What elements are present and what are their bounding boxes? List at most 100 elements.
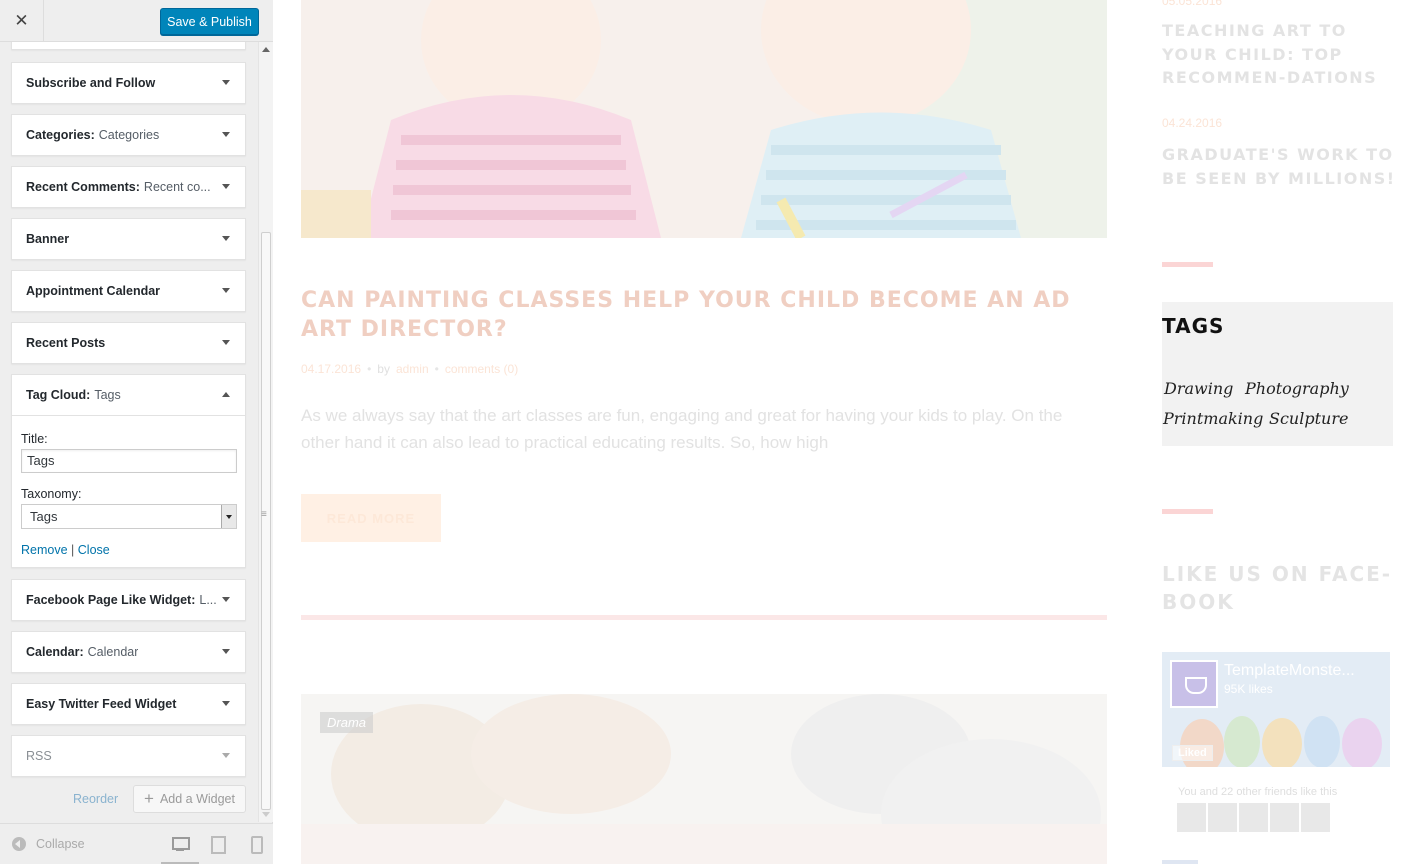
widget-control-links: Remove | Close: [21, 543, 236, 557]
link-separator: |: [71, 543, 75, 557]
widget-subtitle: Calendar: [87, 645, 139, 659]
widget-partial-top: [11, 42, 246, 50]
chevron-down-icon[interactable]: [222, 236, 230, 241]
meta-separator: •: [434, 362, 439, 376]
tag-cloud-header[interactable]: Tag Cloud: Tags: [12, 375, 245, 415]
recent-post-title[interactable]: Graduate's Work to Be Seen by Millions!: [1162, 143, 1402, 190]
post-title[interactable]: Can Painting Classes Help Your Child Bec…: [301, 286, 1091, 344]
widget-title: RSS: [26, 749, 52, 763]
reorder-link[interactable]: Reorder: [73, 792, 118, 806]
facebook-liked-button[interactable]: Liked: [1172, 745, 1213, 761]
widget-tag-cloud: Tag Cloud: Tags Title: Tags Taxonomy: Tag…: [11, 374, 246, 568]
tags-heading: TAGS: [1162, 314, 1225, 338]
meta-separator: •: [367, 362, 372, 376]
friend-avatar[interactable]: [1177, 803, 1206, 832]
widget-actions: Reorder + Add a Widget: [0, 784, 258, 814]
widget-categories[interactable]: Categories: Categories: [11, 114, 246, 156]
widget-list: Subscribe and Follow Categories: Categori…: [0, 42, 258, 822]
chevron-down-icon[interactable]: [222, 649, 230, 654]
friend-avatar[interactable]: [1208, 803, 1237, 832]
remove-link[interactable]: Remove: [21, 543, 68, 557]
tags-widget: TAGS Drawing Photography Printmaking Scu…: [1162, 302, 1393, 446]
widget-subtitle: L...: [199, 593, 217, 607]
widget-rss[interactable]: RSS: [11, 735, 246, 777]
tablet-preview-icon[interactable]: [209, 835, 227, 854]
scroll-up-icon[interactable]: [262, 47, 270, 52]
widget-banner[interactable]: Banner: [11, 218, 246, 260]
widget-recent-posts[interactable]: Recent Posts: [11, 322, 246, 364]
section-accent-bar: [1162, 509, 1213, 514]
widget-subscribe-follow[interactable]: Subscribe and Follow: [11, 62, 246, 104]
chevron-down-icon[interactable]: [222, 132, 230, 137]
scroll-down-icon[interactable]: [262, 812, 270, 817]
recent-post-title[interactable]: Teaching Art to Your Child: Top Recommen…: [1162, 19, 1402, 90]
widget-title: Tag Cloud:: [26, 388, 91, 402]
category-tag-drama[interactable]: Drama: [320, 712, 374, 733]
chevron-up-icon[interactable]: [222, 392, 230, 397]
widget-facebook-page-like[interactable]: Facebook Page Like Widget: L...: [11, 579, 246, 621]
site-preview: Can Painting Classes Help Your Child Bec…: [274, 0, 1419, 864]
chevron-down-icon[interactable]: [222, 340, 230, 345]
chevron-down-icon[interactable]: [222, 80, 230, 85]
tag-link[interactable]: Photography: [1245, 379, 1349, 398]
widget-easy-twitter-feed[interactable]: Easy Twitter Feed Widget: [11, 683, 246, 725]
widget-title: Appointment Calendar: [26, 284, 161, 298]
plus-icon: +: [144, 789, 154, 808]
scroll-thumb[interactable]: [261, 232, 271, 810]
chevron-down-icon[interactable]: [222, 288, 230, 293]
taxonomy-label: Taxonomy:: [21, 487, 82, 501]
post-date[interactable]: 04.17.2016: [301, 362, 361, 376]
add-widget-label: Add a Widget: [159, 792, 235, 806]
read-more-button[interactable]: READ MORE: [301, 494, 441, 542]
chevron-down-icon[interactable]: [222, 701, 230, 706]
facebook-friend-faces: [1177, 803, 1330, 832]
title-input[interactable]: Tags: [21, 449, 237, 473]
dropdown-arrow-icon[interactable]: [221, 505, 236, 528]
tag-link[interactable]: Drawing: [1164, 379, 1233, 398]
friend-avatar[interactable]: [1270, 803, 1299, 832]
facebook-widget-heading: Like Us on Face-book: [1162, 562, 1393, 614]
save-publish-button[interactable]: Save & Publish: [160, 8, 259, 35]
tag-cloud-form: Title: Tags Taxonomy: Tags Remove | Clos…: [12, 415, 245, 567]
section-accent-bar: [1162, 262, 1213, 267]
widget-subtitle: Tags: [94, 388, 121, 402]
post-excerpt: As we always say that the art classes ar…: [301, 406, 1063, 452]
widget-title: Categories:: [26, 128, 95, 142]
widget-recent-comments[interactable]: Recent Comments: Recent co...: [11, 166, 246, 208]
widget-title: Banner: [26, 232, 70, 246]
widget-subtitle: Recent co...: [143, 180, 211, 194]
close-link[interactable]: Close: [78, 543, 110, 557]
facebook-like-count: 95K likes: [1224, 682, 1273, 696]
post-author[interactable]: admin: [396, 362, 429, 376]
post-featured-image-2[interactable]: [301, 694, 1107, 864]
collapse-button[interactable]: Collapse: [12, 837, 85, 851]
taxonomy-select[interactable]: Tags: [21, 504, 237, 529]
close-icon[interactable]: ✕: [0, 0, 44, 42]
post-by-label: by: [377, 362, 390, 376]
tag-link[interactable]: Printmaking: [1163, 409, 1263, 428]
facebook-cover-image[interactable]: TemplateMonste... 95K likes Liked: [1162, 652, 1390, 767]
facebook-page-avatar[interactable]: [1170, 660, 1218, 708]
recent-post-date: 05.05.2016: [1162, 0, 1223, 8]
facebook-friends-text: You and 22 other friends like this: [1178, 786, 1338, 798]
desktop-preview-icon[interactable]: [171, 835, 190, 853]
sidebar-scrollbar[interactable]: [258, 42, 273, 822]
add-widget-button[interactable]: + Add a Widget: [133, 785, 246, 813]
widget-calendar[interactable]: Calendar: Calendar: [11, 631, 246, 673]
friend-avatar[interactable]: [1239, 803, 1268, 832]
customizer-header: ✕ Save & Publish: [0, 0, 273, 42]
facebook-page-name[interactable]: TemplateMonste...: [1224, 662, 1355, 680]
recent-post-date: 04.24.2016: [1162, 116, 1223, 130]
taxonomy-selected-value: Tags: [30, 509, 58, 524]
post-featured-image[interactable]: [301, 0, 1107, 238]
friend-avatar[interactable]: [1301, 803, 1330, 832]
post-comments-link[interactable]: comments (0): [445, 362, 518, 376]
widget-appointment-calendar[interactable]: Appointment Calendar: [11, 270, 246, 312]
chevron-down-icon[interactable]: [222, 184, 230, 189]
chevron-down-icon[interactable]: [222, 597, 230, 602]
mobile-preview-icon[interactable]: [249, 835, 267, 854]
title-label: Title:: [21, 432, 48, 446]
facebook-page-box[interactable]: TemplateMonste... 95K likes Liked You an…: [1162, 652, 1390, 864]
chevron-down-icon[interactable]: [222, 753, 230, 758]
tag-link[interactable]: Sculpture: [1269, 409, 1348, 428]
